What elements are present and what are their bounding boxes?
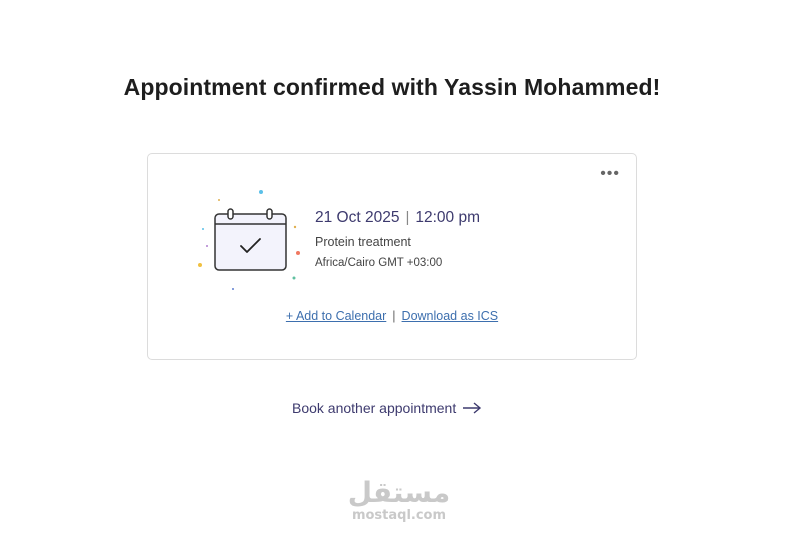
appointment-card: ••• 21 Oct 2025 | 12:00 pm Protein treat…	[147, 153, 637, 360]
link-separator: |	[392, 309, 396, 323]
download-ics-link[interactable]: Download as ICS	[402, 309, 499, 323]
calendar-check-icon	[198, 190, 300, 290]
watermark-latin: mostaql.com	[351, 508, 447, 523]
service-name: Protein treatment	[315, 235, 411, 249]
appointment-datetime: 21 Oct 2025 | 12:00 pm	[315, 209, 480, 227]
appointment-date: 21 Oct 2025	[315, 209, 400, 226]
book-another-label: Book another appointment	[292, 400, 457, 416]
watermark: مستقل mostaql.com	[0, 476, 798, 524]
appointment-time: 12:00 pm	[415, 209, 480, 226]
appointment-details: 21 Oct 2025 | 12:00 pm Protein treatment A…	[315, 209, 480, 269]
add-to-calendar-link[interactable]: + Add to Calendar	[286, 309, 386, 323]
book-another-appointment-link[interactable]: Book another appointment	[292, 400, 482, 416]
datetime-separator: |	[405, 209, 410, 226]
page-title: Appointment confirmed with Yassin Mohamm…	[123, 74, 661, 100]
watermark-arabic: مستقل	[347, 476, 451, 509]
arrow-right-icon	[463, 402, 482, 414]
calendar-links: + Add to Calendar | Download as ICS	[148, 309, 636, 323]
more-options-icon[interactable]: •••	[600, 166, 620, 182]
calendar-illustration	[195, 184, 305, 294]
timezone: Africa/Cairo GMT +03:00	[315, 257, 443, 269]
